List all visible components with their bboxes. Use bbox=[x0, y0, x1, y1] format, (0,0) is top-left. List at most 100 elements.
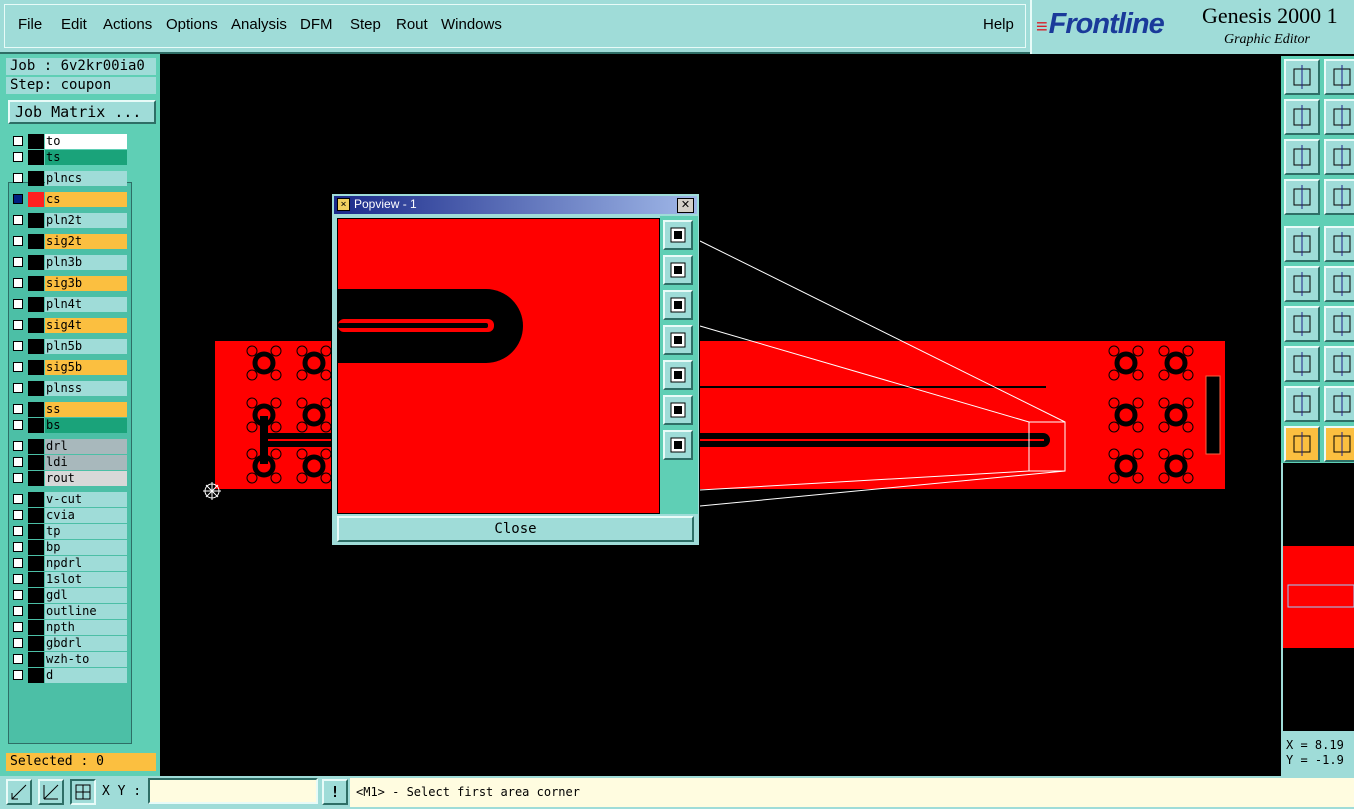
menu-windows[interactable]: Windows bbox=[441, 16, 502, 33]
layer-name[interactable]: pln4t bbox=[45, 297, 127, 312]
layer-checkbox[interactable] bbox=[13, 320, 23, 330]
layer-name[interactable]: cvia bbox=[45, 508, 127, 523]
menu-analysis[interactable]: Analysis bbox=[231, 16, 287, 33]
layer-checkbox[interactable] bbox=[13, 590, 23, 600]
pv-zoom-out-icon[interactable] bbox=[663, 430, 693, 460]
layer-color-swatch[interactable] bbox=[28, 524, 44, 539]
menu-help[interactable]: Help bbox=[983, 16, 1014, 33]
move-left-icon[interactable] bbox=[1284, 99, 1320, 135]
line-draw-icon[interactable] bbox=[1284, 306, 1320, 342]
grid-icon[interactable] bbox=[1324, 179, 1354, 215]
layer-checkbox[interactable] bbox=[13, 638, 23, 648]
menu-file[interactable]: File bbox=[18, 16, 42, 33]
pad-select-icon[interactable] bbox=[1284, 226, 1320, 262]
layer-color-swatch[interactable] bbox=[28, 134, 44, 149]
layer-color-swatch[interactable] bbox=[28, 604, 44, 619]
layer-row[interactable]: pln5b bbox=[10, 339, 128, 354]
grid-snap-icon[interactable] bbox=[70, 779, 96, 805]
layer-name[interactable]: wzh-to bbox=[45, 652, 127, 667]
layer-name[interactable]: sig5b bbox=[45, 360, 127, 375]
popview-view[interactable] bbox=[337, 218, 660, 514]
pv-pan-right-icon[interactable] bbox=[663, 360, 693, 390]
layer-row[interactable]: cvia bbox=[10, 508, 128, 523]
menu-edit[interactable]: Edit bbox=[61, 16, 87, 33]
layer-color-swatch[interactable] bbox=[28, 360, 44, 375]
warning-button[interactable]: ! bbox=[322, 779, 348, 805]
layer-checkbox[interactable] bbox=[13, 215, 23, 225]
line-split-icon[interactable] bbox=[1324, 346, 1354, 382]
layer-checkbox[interactable] bbox=[13, 257, 23, 267]
layer-name[interactable]: gdl bbox=[45, 588, 127, 603]
layer-color-swatch[interactable] bbox=[28, 668, 44, 683]
layer-checkbox[interactable] bbox=[13, 510, 23, 520]
layer-checkbox[interactable] bbox=[13, 341, 23, 351]
layer-row[interactable]: sig3b bbox=[10, 276, 128, 291]
layer-name[interactable]: sig4t bbox=[45, 318, 127, 333]
layer-name[interactable]: npdrl bbox=[45, 556, 127, 571]
layer-color-swatch[interactable] bbox=[28, 192, 44, 207]
layer-color-swatch[interactable] bbox=[28, 492, 44, 507]
layer-checkbox[interactable] bbox=[13, 670, 23, 680]
layer-name[interactable]: pln3b bbox=[45, 255, 127, 270]
layer-row[interactable]: drl bbox=[10, 439, 128, 454]
move-up-icon[interactable] bbox=[1284, 59, 1320, 95]
rotate-icon[interactable] bbox=[1324, 226, 1354, 262]
layer-row[interactable]: bs bbox=[10, 418, 128, 433]
layer-row[interactable]: tp bbox=[10, 524, 128, 539]
surface-icon[interactable] bbox=[1284, 386, 1320, 422]
layer-checkbox[interactable] bbox=[13, 622, 23, 632]
layer-row[interactable]: cs bbox=[10, 192, 128, 207]
layer-checkbox[interactable] bbox=[13, 494, 23, 504]
layer-name[interactable]: rout bbox=[45, 471, 127, 486]
layer-color-swatch[interactable] bbox=[28, 439, 44, 454]
layer-checkbox[interactable] bbox=[13, 473, 23, 483]
layer-color-swatch[interactable] bbox=[28, 455, 44, 470]
layer-row[interactable]: pln4t bbox=[10, 297, 128, 312]
layer-row[interactable]: plncs bbox=[10, 171, 128, 186]
layer-row[interactable]: ts bbox=[10, 150, 128, 165]
layer-name[interactable]: gbdrl bbox=[45, 636, 127, 651]
layer-name[interactable]: v-cut bbox=[45, 492, 127, 507]
measure-icon[interactable] bbox=[38, 779, 64, 805]
layer-color-swatch[interactable] bbox=[28, 471, 44, 486]
layer-color-swatch[interactable] bbox=[28, 588, 44, 603]
menu-rout[interactable]: Rout bbox=[396, 16, 428, 33]
layer-color-swatch[interactable] bbox=[28, 418, 44, 433]
menu-dfm[interactable]: DFM bbox=[300, 16, 333, 33]
layer-name[interactable]: plnss bbox=[45, 381, 127, 396]
layer-checkbox[interactable] bbox=[13, 136, 23, 146]
layer-name[interactable]: pln2t bbox=[45, 213, 127, 228]
job-matrix-button[interactable]: Job Matrix ... bbox=[8, 100, 156, 124]
layer-name[interactable]: bs bbox=[45, 418, 127, 433]
layer-row[interactable]: 1slot bbox=[10, 572, 128, 587]
layer-color-swatch[interactable] bbox=[28, 318, 44, 333]
layer-color-swatch[interactable] bbox=[28, 339, 44, 354]
pv-pan-down-icon[interactable] bbox=[663, 290, 693, 320]
layer-name[interactable]: 1slot bbox=[45, 572, 127, 587]
close-button[interactable]: Close bbox=[337, 516, 694, 542]
graphic-canvas[interactable] bbox=[160, 56, 1281, 776]
pv-zoom-in-icon[interactable] bbox=[663, 395, 693, 425]
layer-color-swatch[interactable] bbox=[28, 636, 44, 651]
layer-checkbox[interactable] bbox=[13, 654, 23, 664]
layer-color-swatch[interactable] bbox=[28, 381, 44, 396]
menu-options[interactable]: Options bbox=[166, 16, 218, 33]
layer-color-swatch[interactable] bbox=[28, 276, 44, 291]
pad-add-icon[interactable] bbox=[1284, 346, 1320, 382]
arc-icon[interactable] bbox=[1324, 386, 1354, 422]
select-area-icon[interactable] bbox=[1324, 426, 1354, 462]
layer-row[interactable]: wzh-to bbox=[10, 652, 128, 667]
layer-row[interactable]: npth bbox=[10, 620, 128, 635]
layer-color-swatch[interactable] bbox=[28, 213, 44, 228]
layer-name[interactable]: d bbox=[45, 668, 127, 683]
layer-checkbox[interactable] bbox=[13, 404, 23, 414]
layer-name[interactable]: cs bbox=[45, 192, 127, 207]
layer-color-swatch[interactable] bbox=[28, 620, 44, 635]
layer-color-swatch[interactable] bbox=[28, 402, 44, 417]
menu-actions[interactable]: Actions bbox=[103, 16, 152, 33]
zoom-fit-icon[interactable] bbox=[6, 779, 32, 805]
layer-color-swatch[interactable] bbox=[28, 150, 44, 165]
layer-name[interactable]: ts bbox=[45, 150, 127, 165]
layer-name[interactable]: sig2t bbox=[45, 234, 127, 249]
layer-row[interactable]: sig4t bbox=[10, 318, 128, 333]
